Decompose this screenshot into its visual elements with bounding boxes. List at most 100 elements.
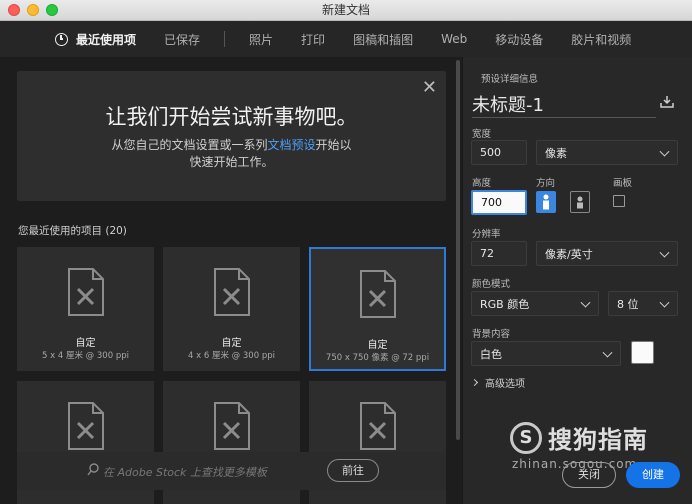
- width-unit-select[interactable]: 像素: [536, 140, 678, 165]
- document-icon: [213, 401, 251, 454]
- create-button[interactable]: 创建: [626, 462, 680, 488]
- tab-art-illustration[interactable]: 图稿和插图: [353, 31, 413, 48]
- artboard-label: 画板: [613, 178, 633, 189]
- document-icon: [213, 267, 251, 320]
- chevron-down-icon: [659, 297, 670, 308]
- banner-text-part: 从您自己的文档设置或一系列: [111, 138, 268, 152]
- details-header: 预设详细信息: [481, 74, 539, 85]
- width-input[interactable]: 500: [471, 140, 527, 165]
- window-title: 新建文档: [321, 3, 370, 17]
- width-label: 宽度: [472, 129, 492, 140]
- document-name-underline: [472, 117, 656, 118]
- height-label: 高度: [472, 178, 492, 189]
- banner-text: 从您自己的文档设置或一系列文档预设开始以 快速开始工作。: [17, 137, 446, 171]
- document-presets-link[interactable]: 文档预设: [267, 138, 315, 152]
- chevron-down-icon: [659, 247, 670, 258]
- tab-recent[interactable]: 最近使用项: [55, 31, 136, 48]
- tab-divider: [224, 31, 226, 47]
- color-mode-label: 颜色模式: [472, 279, 511, 290]
- portrait-orientation-button[interactable]: [536, 191, 556, 213]
- banner-text-line2: 快速开始工作。: [189, 155, 274, 169]
- chevron-right-icon: [470, 378, 479, 387]
- background-color-swatch[interactable]: [631, 341, 654, 364]
- background-select[interactable]: 白色: [471, 341, 621, 366]
- card-description: 750 x 750 像素 @ 72 ppi: [325, 353, 430, 363]
- zoom-window-icon[interactable]: [46, 4, 58, 16]
- tab-label: Web: [441, 32, 468, 46]
- card-title: 自定: [75, 338, 96, 349]
- document-name-field[interactable]: 未标题-1: [472, 91, 544, 117]
- bit-depth-select[interactable]: 8 位: [608, 291, 678, 316]
- card-title: 自定: [221, 338, 242, 349]
- category-tabs: 最近使用项 已保存 照片 打印 图稿和插图 Web 移动设备 胶片和视频: [0, 21, 692, 57]
- bit-depth-value: 8 位: [617, 297, 639, 311]
- landscape-orientation-button[interactable]: [570, 191, 590, 213]
- tab-label: 打印: [301, 32, 326, 47]
- tab-label: 已保存: [164, 32, 201, 47]
- tab-web[interactable]: Web: [441, 32, 467, 46]
- height-value: 700: [481, 196, 502, 209]
- tab-photo[interactable]: 照片: [249, 31, 273, 48]
- search-icon: [87, 463, 99, 480]
- preset-details-pane: 预设详细信息 未标题-1 宽度 500 像素 高度 方向 画板 700 分辨率 …: [462, 57, 692, 504]
- resolution-label: 分辨率: [472, 229, 501, 240]
- recent-preset-card[interactable]: 自定 4 x 6 厘米 @ 300 ppi: [163, 247, 300, 371]
- close-icon[interactable]: ✕: [422, 77, 437, 98]
- resolution-input[interactable]: 72: [471, 241, 527, 266]
- width-unit-value: 像素: [545, 146, 567, 160]
- landscape-person-icon: [577, 196, 583, 209]
- tab-saved[interactable]: 已保存: [164, 31, 200, 48]
- stock-search-bar: 在 Adobe Stock 上查找更多模板 前往: [17, 452, 446, 490]
- tab-mobile[interactable]: 移动设备: [495, 31, 543, 48]
- scrollbar-thumb[interactable]: [456, 60, 460, 440]
- background-label: 背景内容: [472, 329, 511, 340]
- resolution-value: 72: [480, 247, 494, 260]
- color-mode-select[interactable]: RGB 颜色: [471, 291, 599, 316]
- card-description: 4 x 6 厘米 @ 300 ppi: [188, 351, 275, 361]
- close-window-icon[interactable]: [8, 4, 20, 16]
- clock-icon: [55, 32, 68, 46]
- orientation-label: 方向: [536, 178, 556, 189]
- document-icon: [359, 269, 397, 322]
- width-value: 500: [480, 146, 501, 159]
- color-mode-value: RGB 颜色: [480, 297, 530, 311]
- welcome-banner: ✕ 让我们开始尝试新事物吧。 从您自己的文档设置或一系列文档预设开始以 快速开始…: [17, 71, 446, 201]
- resolution-unit-value: 像素/英寸: [545, 247, 593, 261]
- document-icon: [67, 401, 105, 454]
- recent-items-label: 您最近使用的项目 (20): [18, 223, 127, 238]
- banner-text-part: 开始以: [315, 138, 352, 152]
- tab-print[interactable]: 打印: [301, 31, 325, 48]
- tab-label: 移动设备: [495, 32, 544, 47]
- presets-pane: ✕ 让我们开始尝试新事物吧。 从您自己的文档设置或一系列文档预设开始以 快速开始…: [0, 57, 462, 504]
- portrait-person-icon: [543, 194, 549, 210]
- recent-preset-card[interactable]: 自定 5 x 4 厘米 @ 300 ppi: [17, 247, 154, 371]
- resolution-unit-select[interactable]: 像素/英寸: [536, 241, 678, 266]
- background-value: 白色: [480, 347, 502, 361]
- advanced-options-toggle[interactable]: 高级选项: [470, 375, 525, 390]
- stock-go-button[interactable]: 前往: [327, 459, 379, 482]
- card-title: 自定: [367, 340, 388, 351]
- save-preset-icon[interactable]: [659, 95, 675, 112]
- artboard-checkbox[interactable]: [613, 195, 625, 207]
- card-description: 5 x 4 厘米 @ 300 ppi: [42, 351, 129, 361]
- tab-label: 胶片和视频: [571, 32, 632, 47]
- recent-label-text: 您最近使用的项目: [18, 225, 102, 237]
- tab-label: 照片: [249, 32, 274, 47]
- recent-count: (20): [105, 225, 127, 237]
- tab-label: 图稿和插图: [353, 32, 414, 47]
- window-titlebar: 新建文档: [0, 0, 692, 21]
- tab-label: 最近使用项: [76, 32, 137, 47]
- minimize-window-icon[interactable]: [27, 4, 39, 16]
- document-icon: [67, 267, 105, 320]
- close-button[interactable]: 关闭: [562, 462, 616, 488]
- chevron-down-icon: [602, 347, 613, 358]
- chevron-down-icon: [659, 146, 670, 157]
- height-input[interactable]: 700: [471, 190, 527, 215]
- stock-search-input[interactable]: 在 Adobe Stock 上查找更多模板: [103, 464, 267, 480]
- chevron-down-icon: [580, 297, 591, 308]
- document-icon: [359, 401, 397, 454]
- banner-title: 让我们开始尝试新事物吧。: [105, 105, 358, 129]
- recent-preset-card[interactable]: 自定 750 x 750 像素 @ 72 ppi: [309, 247, 446, 371]
- advanced-options-label: 高级选项: [485, 379, 525, 390]
- tab-film-video[interactable]: 胶片和视频: [571, 31, 631, 48]
